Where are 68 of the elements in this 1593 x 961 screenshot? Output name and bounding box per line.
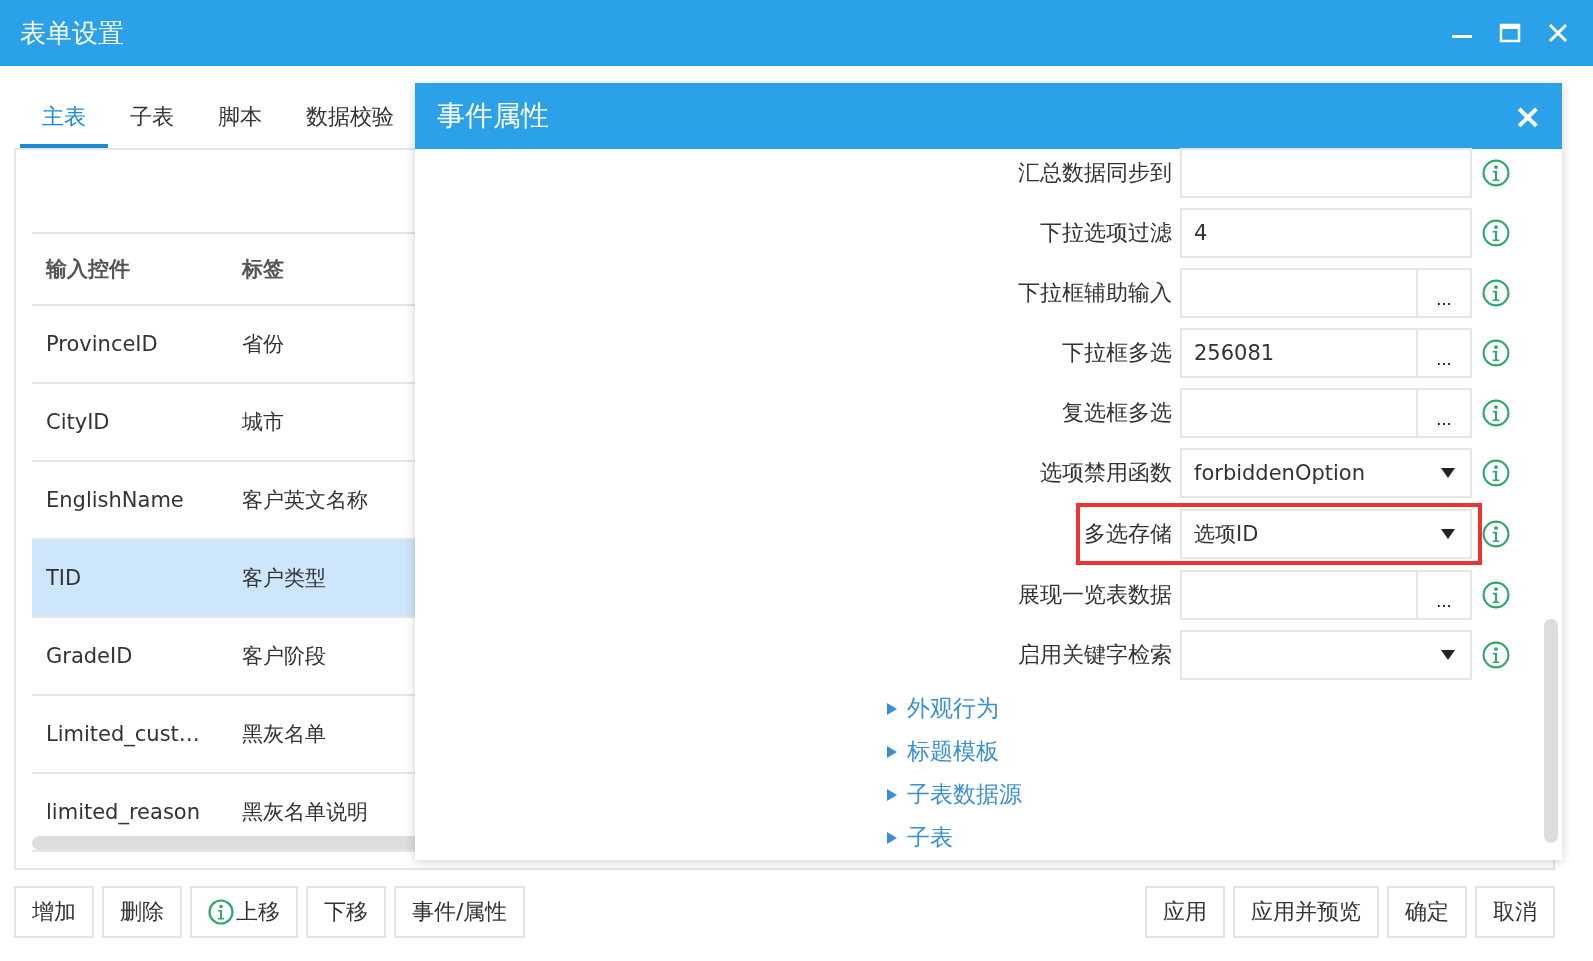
table-cell-text: 城市: [242, 409, 284, 436]
window-title: 表单设置: [20, 16, 124, 50]
browse-button[interactable]: ...: [1418, 268, 1472, 318]
dialog-button[interactable]: 应用并预览: [1233, 886, 1379, 938]
browse-button[interactable]: ...: [1418, 388, 1472, 438]
info-icon[interactable]: [1482, 159, 1510, 187]
property-label: 展现一览表数据: [1018, 581, 1172, 609]
text-field[interactable]: [1180, 570, 1418, 620]
dropdown-arrow-icon: [1440, 649, 1456, 661]
column-header: 标签: [242, 256, 284, 283]
text-field[interactable]: [1180, 268, 1418, 318]
table-cell-text: ProvinceID: [45, 332, 159, 356]
tab[interactable]: 脚本: [196, 96, 284, 148]
tab[interactable]: 主表: [20, 96, 108, 148]
info-icon[interactable]: [1482, 399, 1510, 427]
toolbar-button[interactable]: 增加: [14, 886, 94, 938]
toolbar-button[interactable]: 下移: [306, 886, 386, 938]
property-label: 多选存储: [1084, 520, 1172, 548]
info-icon[interactable]: [1482, 219, 1510, 247]
table-cell-text: Limited_cust…: [45, 722, 201, 746]
info-icon[interactable]: [1482, 581, 1510, 609]
close-icon[interactable]: [1547, 22, 1569, 44]
table-cell-text: 黑灰名单说明: [242, 799, 368, 826]
maximize-icon[interactable]: [1499, 22, 1521, 44]
dropdown[interactable]: forbiddenOption: [1180, 448, 1472, 498]
property-label: 汇总数据同步到: [1018, 159, 1172, 187]
info-icon[interactable]: [1482, 339, 1510, 367]
tab[interactable]: 子表: [108, 96, 196, 148]
toolbar-button[interactable]: 上移: [190, 886, 298, 938]
scrollbar[interactable]: [1544, 619, 1558, 843]
browse-button[interactable]: ...: [1418, 328, 1472, 378]
info-icon[interactable]: [1482, 641, 1510, 669]
property-label: 选项禁用函数: [1040, 459, 1172, 487]
table-cell-text: limited_reason: [45, 800, 201, 824]
text-field[interactable]: [1180, 148, 1472, 198]
dialog-button[interactable]: 应用: [1145, 886, 1225, 938]
tab[interactable]: 数据校验: [284, 96, 416, 148]
table-cell-text: 客户阶段: [242, 643, 326, 670]
table-cell-text: 客户类型: [242, 565, 326, 592]
property-label: 下拉选项过滤: [1040, 219, 1172, 247]
info-icon[interactable]: [1482, 459, 1510, 487]
dialog-button[interactable]: 取消: [1475, 886, 1555, 938]
dropdown-arrow-icon: [1440, 528, 1456, 540]
property-label: 下拉框多选: [1062, 339, 1172, 367]
toolbar-button[interactable]: 事件/属性: [394, 886, 526, 938]
table-cell-text: EnglishName: [45, 488, 185, 512]
info-icon: [208, 899, 234, 925]
property-label: 启用关键字检索: [1018, 641, 1172, 669]
info-icon[interactable]: [1482, 520, 1510, 548]
table-cell-text: 客户英文名称: [242, 487, 368, 514]
table-cell-text: 省份: [242, 331, 284, 358]
dropdown[interactable]: 选项ID: [1180, 509, 1472, 559]
info-icon[interactable]: [1482, 279, 1510, 307]
table-cell-text: 黑灰名单: [242, 721, 326, 748]
property-label: 下拉框辅助输入: [1018, 279, 1172, 307]
toolbar-button[interactable]: 删除: [102, 886, 182, 938]
text-field[interactable]: [1180, 388, 1418, 438]
browse-button[interactable]: ...: [1418, 570, 1472, 620]
text-field[interactable]: 256081: [1180, 328, 1418, 378]
dropdown-arrow-icon: [1440, 467, 1456, 479]
table-cell-text: GradeID: [45, 644, 134, 668]
dialog-button[interactable]: 确定: [1387, 886, 1467, 938]
column-header: 输入控件: [44, 256, 131, 283]
table-cell-text: CityID: [45, 410, 111, 434]
table-cell-text: TID: [45, 566, 83, 590]
dialog-title: 事件属性: [437, 98, 549, 134]
text-field[interactable]: 4: [1180, 208, 1472, 258]
property-label: 复选框多选: [1062, 399, 1172, 427]
